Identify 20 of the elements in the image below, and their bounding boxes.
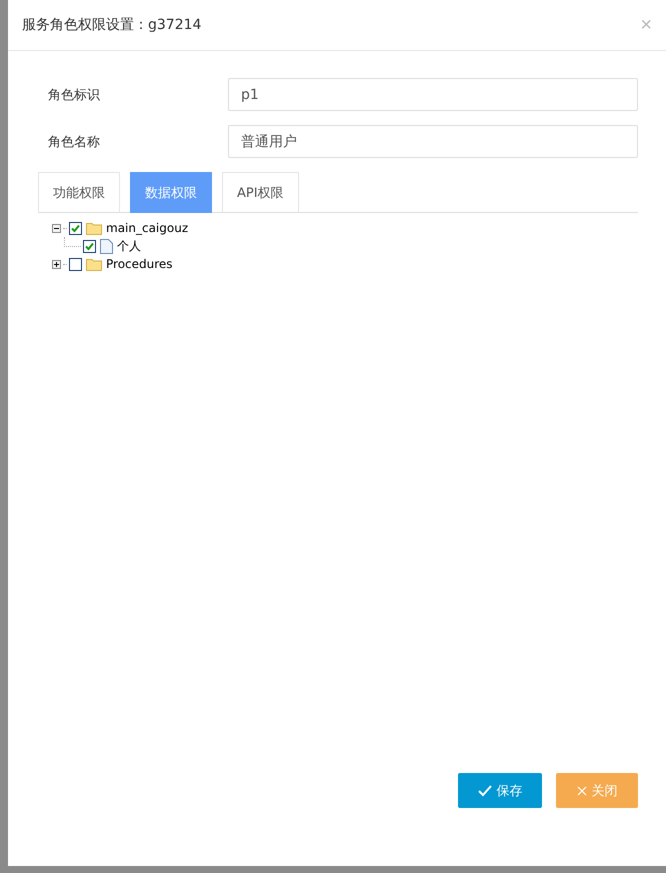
tab[interactable]: 功能权限 <box>38 172 120 213</box>
input-field[interactable]: 普通用户 <box>228 125 638 158</box>
check-icon <box>478 784 492 796</box>
checkbox[interactable] <box>69 258 82 270</box>
folder-icon <box>86 258 102 270</box>
checkbox[interactable] <box>83 240 96 252</box>
checkbox[interactable] <box>69 222 82 234</box>
document-icon <box>100 238 113 254</box>
dialog-title: 服务角色权限设置：g37214 <box>22 16 202 34</box>
field-label: 角色名称 <box>47 134 101 150</box>
expand-icon[interactable] <box>52 260 61 268</box>
close-icon <box>576 786 586 796</box>
tab[interactable]: API权限 <box>222 172 299 213</box>
collapse-icon[interactable] <box>52 224 61 232</box>
tree-item[interactable]: Procedures <box>104 257 173 271</box>
tree-item[interactable]: 个人 <box>115 238 141 254</box>
field-label: 角色标识 <box>47 86 101 104</box>
folder-icon <box>86 222 102 234</box>
input-field[interactable]: p1 <box>228 78 638 111</box>
tree-item[interactable]: main_caigouz <box>104 221 188 235</box>
